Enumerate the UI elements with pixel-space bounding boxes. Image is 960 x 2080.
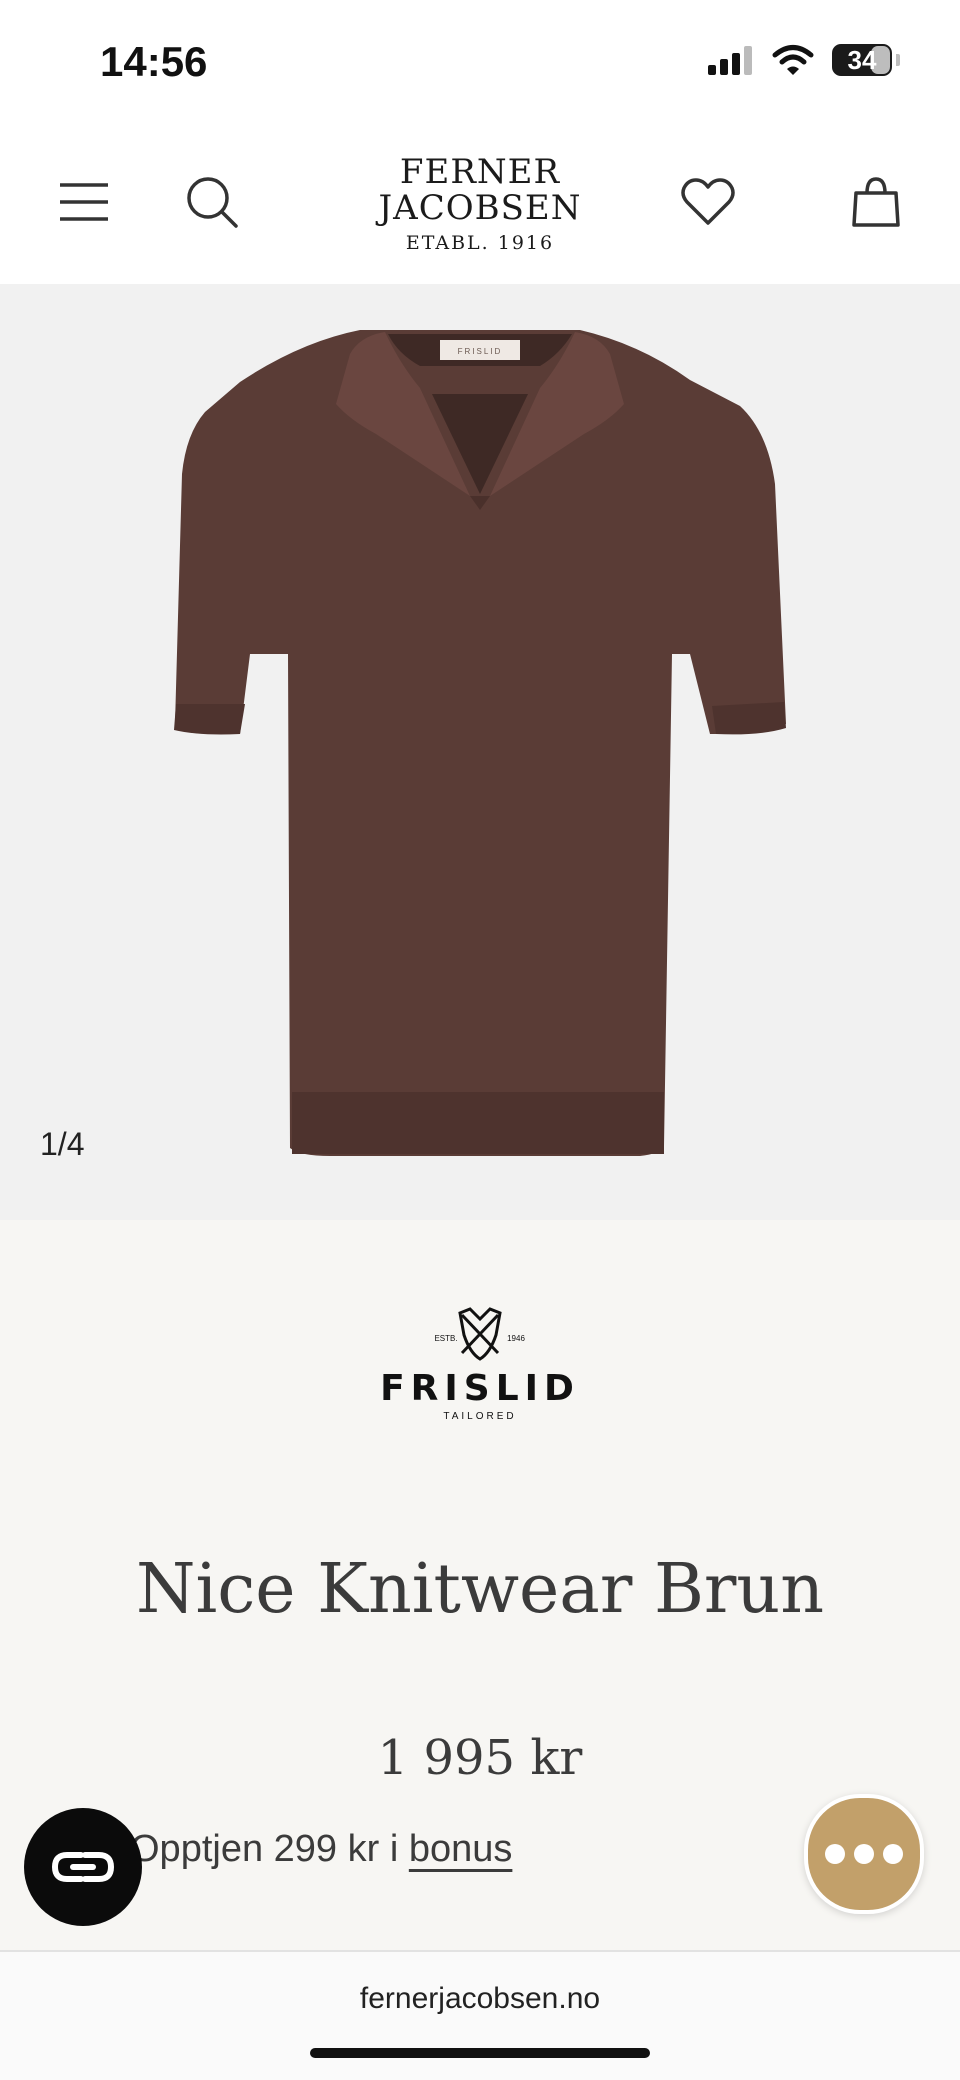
- logo-line-2: JACOBSEN: [378, 188, 582, 228]
- more-dots-icon: [825, 1844, 845, 1864]
- floating-link-button[interactable]: [24, 1808, 142, 1926]
- product-title: Nice Knitwear Brun: [135, 1550, 825, 1629]
- bonus-link[interactable]: bonus: [409, 1828, 513, 1870]
- brand-est-left: ESTB.: [434, 1334, 457, 1343]
- product-price: 1 995 kr: [377, 1730, 583, 1786]
- status-time: 14:56: [100, 38, 208, 85]
- link-icon: [51, 1852, 115, 1882]
- brand-name: FRISLID: [380, 1368, 580, 1409]
- brand-subtitle: TAILORED: [443, 1411, 517, 1422]
- heart-icon: [681, 178, 735, 225]
- brand-crest-icon: ESTB. 1946: [434, 1307, 525, 1361]
- browser-address-bar[interactable]: fernerjacobsen.no: [0, 1950, 960, 2080]
- site-logo[interactable]: FERNER JACOBSEN ETABL. 1916: [340, 154, 620, 254]
- bag-icon: [852, 177, 900, 227]
- logo-established: ETABL. 1916: [405, 232, 555, 254]
- home-indicator[interactable]: [310, 2048, 650, 2058]
- url-text: fernerjacobsen.no: [359, 1982, 601, 2015]
- battery-level: 34: [847, 44, 877, 75]
- menu-button[interactable]: [54, 172, 114, 232]
- search-icon: [187, 177, 238, 228]
- search-button[interactable]: [182, 172, 242, 232]
- cellular-signal-icon: [708, 46, 752, 75]
- brand-est-right: 1946: [507, 1334, 525, 1343]
- cart-button[interactable]: [846, 172, 906, 232]
- wifi-icon: [772, 45, 814, 75]
- bonus-text: Opptjen 299 kr i: [130, 1828, 409, 1870]
- garment-label-text: FRISLID: [458, 347, 503, 356]
- site-header: FERNER JACOBSEN ETABL. 1916: [0, 120, 960, 285]
- bonus-info: Opptjen 299 kr i bonus: [130, 1828, 512, 1871]
- status-icons: 34: [708, 44, 900, 76]
- logo-line-1: FERNER: [399, 152, 561, 192]
- wishlist-button[interactable]: [678, 172, 738, 232]
- more-options-button[interactable]: [804, 1794, 924, 1914]
- menu-icon: [60, 183, 108, 221]
- product-image: FRISLID: [174, 330, 786, 1156]
- product-gallery[interactable]: FRISLID 1/4: [0, 284, 960, 1220]
- brand-logo[interactable]: ESTB. 1946 FRISLID TAILORED: [380, 1305, 580, 1422]
- battery-icon: 34: [832, 44, 892, 76]
- image-counter: 1/4: [40, 1126, 85, 1162]
- status-bar: 14:56 34: [0, 0, 960, 120]
